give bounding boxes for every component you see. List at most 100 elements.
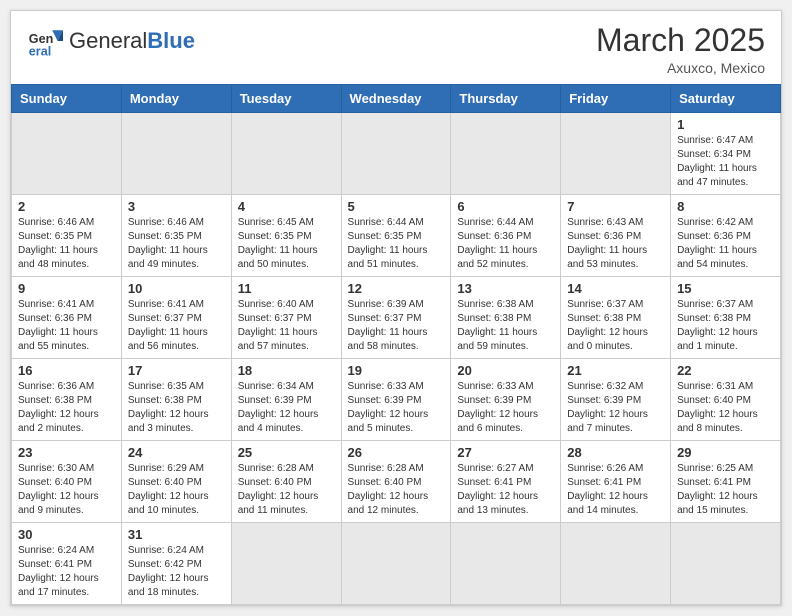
calendar-day-cell: 21Sunrise: 6:32 AMSunset: 6:39 PMDayligh… — [561, 359, 671, 441]
calendar-week-row: 1 Sunrise: 6:47 AMSunset: 6:34 PMDaylight… — [12, 113, 781, 195]
day-info: Sunrise: 6:26 AMSunset: 6:41 PMDaylight:… — [567, 462, 664, 518]
calendar-day-cell: 12 Sunrise: 6:39 AMSunset: 6:37 PMDayligh… — [341, 277, 451, 359]
day-info: Sunrise: 6:39 AMSunset: 6:37 PMDaylight:… — [348, 298, 445, 354]
calendar-day-cell: 9Sunrise: 6:41 AMSunset: 6:36 PMDaylight… — [12, 277, 122, 359]
calendar-day-cell — [231, 523, 341, 605]
day-info: Sunrise: 6:43 AMSunset: 6:36 PMDaylight:… — [567, 216, 664, 272]
day-number: 10 — [128, 281, 225, 296]
day-number: 19 — [348, 363, 445, 378]
day-info: Sunrise: 6:40 AMSunset: 6:37 PMDaylight:… — [238, 298, 335, 354]
calendar-day-cell — [341, 113, 451, 195]
day-info: Sunrise: 6:28 AMSunset: 6:40 PMDaylight:… — [348, 462, 445, 518]
day-info: Sunrise: 6:30 AMSunset: 6:40 PMDaylight:… — [18, 462, 115, 518]
day-info: Sunrise: 6:46 AMSunset: 6:35 PMDaylight:… — [18, 216, 115, 272]
title-block: March 2025 Axuxco, Mexico — [596, 23, 765, 76]
calendar-day-cell: 8Sunrise: 6:42 AMSunset: 6:36 PMDaylight… — [671, 195, 781, 277]
calendar-day-cell: 14Sunrise: 6:37 AMSunset: 6:38 PMDayligh… — [561, 277, 671, 359]
day-info: Sunrise: 6:33 AMSunset: 6:39 PMDaylight:… — [348, 380, 445, 436]
day-info: Sunrise: 6:44 AMSunset: 6:35 PMDaylight:… — [348, 216, 445, 272]
calendar-day-cell — [121, 113, 231, 195]
day-number: 15 — [677, 281, 774, 296]
calendar-day-cell: 7Sunrise: 6:43 AMSunset: 6:36 PMDaylight… — [561, 195, 671, 277]
day-number: 28 — [567, 445, 664, 460]
day-number: 5 — [348, 199, 445, 214]
day-of-week-header: Saturday — [671, 85, 781, 113]
month-year-title: March 2025 — [596, 23, 765, 58]
calendar-day-cell: 13Sunrise: 6:38 AMSunset: 6:38 PMDayligh… — [451, 277, 561, 359]
day-number: 14 — [567, 281, 664, 296]
calendar-week-row: 30 Sunrise: 6:24 AMSunset: 6:41 PMDayligh… — [12, 523, 781, 605]
calendar-day-cell: 24 Sunrise: 6:29 AMSunset: 6:40 PMDayligh… — [121, 441, 231, 523]
day-number: 29 — [677, 445, 774, 460]
day-info: Sunrise: 6:27 AMSunset: 6:41 PMDaylight:… — [457, 462, 554, 518]
day-info: Sunrise: 6:28 AMSunset: 6:40 PMDaylight:… — [238, 462, 335, 518]
location-subtitle: Axuxco, Mexico — [596, 60, 765, 76]
day-info: Sunrise: 6:44 AMSunset: 6:36 PMDaylight:… — [457, 216, 554, 272]
day-info: Sunrise: 6:41 AMSunset: 6:37 PMDaylight:… — [128, 298, 225, 354]
day-info: Sunrise: 6:45 AMSunset: 6:35 PMDaylight:… — [238, 216, 335, 272]
day-number: 1 — [677, 117, 774, 132]
day-info: Sunrise: 6:36 AMSunset: 6:38 PMDaylight:… — [18, 380, 115, 436]
svg-text:eral: eral — [29, 44, 51, 58]
calendar-day-cell: 6 Sunrise: 6:44 AMSunset: 6:36 PMDaylight… — [451, 195, 561, 277]
calendar-day-cell: 17 Sunrise: 6:35 AMSunset: 6:38 PMDayligh… — [121, 359, 231, 441]
calendar-day-cell: 2 Sunrise: 6:46 AMSunset: 6:35 PMDaylight… — [12, 195, 122, 277]
calendar-day-cell: 19 Sunrise: 6:33 AMSunset: 6:39 PMDayligh… — [341, 359, 451, 441]
header: Gen eral GeneralBlue March 2025 Axuxco, … — [11, 11, 781, 84]
calendar-day-cell: 16Sunrise: 6:36 AMSunset: 6:38 PMDayligh… — [12, 359, 122, 441]
calendar-day-cell: 5 Sunrise: 6:44 AMSunset: 6:35 PMDaylight… — [341, 195, 451, 277]
day-number: 2 — [18, 199, 115, 214]
calendar-day-cell — [561, 113, 671, 195]
day-of-week-header: Sunday — [12, 85, 122, 113]
day-of-week-header: Monday — [121, 85, 231, 113]
day-info: Sunrise: 6:34 AMSunset: 6:39 PMDaylight:… — [238, 380, 335, 436]
day-number: 30 — [18, 527, 115, 542]
day-of-week-header: Wednesday — [341, 85, 451, 113]
logo-text: GeneralBlue — [69, 30, 195, 52]
day-number: 6 — [457, 199, 554, 214]
calendar-day-cell: 25Sunrise: 6:28 AMSunset: 6:40 PMDayligh… — [231, 441, 341, 523]
calendar-week-row: 2 Sunrise: 6:46 AMSunset: 6:35 PMDaylight… — [12, 195, 781, 277]
calendar-day-cell — [561, 523, 671, 605]
day-of-week-header: Tuesday — [231, 85, 341, 113]
calendar-day-cell: 22 Sunrise: 6:31 AMSunset: 6:40 PMDayligh… — [671, 359, 781, 441]
calendar-day-cell: 31Sunrise: 6:24 AMSunset: 6:42 PMDayligh… — [121, 523, 231, 605]
day-number: 3 — [128, 199, 225, 214]
day-number: 9 — [18, 281, 115, 296]
calendar-week-row: 23 Sunrise: 6:30 AMSunset: 6:40 PMDayligh… — [12, 441, 781, 523]
calendar-day-cell: 30 Sunrise: 6:24 AMSunset: 6:41 PMDayligh… — [12, 523, 122, 605]
day-info: Sunrise: 6:29 AMSunset: 6:40 PMDaylight:… — [128, 462, 225, 518]
calendar-day-cell: 1 Sunrise: 6:47 AMSunset: 6:34 PMDaylight… — [671, 113, 781, 195]
calendar-day-cell — [12, 113, 122, 195]
calendar-day-cell: 11 Sunrise: 6:40 AMSunset: 6:37 PMDayligh… — [231, 277, 341, 359]
day-info: Sunrise: 6:24 AMSunset: 6:41 PMDaylight:… — [18, 544, 115, 600]
calendar-day-cell: 10 Sunrise: 6:41 AMSunset: 6:37 PMDayligh… — [121, 277, 231, 359]
calendar-week-row: 9Sunrise: 6:41 AMSunset: 6:36 PMDaylight… — [12, 277, 781, 359]
calendar-day-cell: 18Sunrise: 6:34 AMSunset: 6:39 PMDayligh… — [231, 359, 341, 441]
day-number: 24 — [128, 445, 225, 460]
calendar-day-cell: 20Sunrise: 6:33 AMSunset: 6:39 PMDayligh… — [451, 359, 561, 441]
day-number: 23 — [18, 445, 115, 460]
day-number: 8 — [677, 199, 774, 214]
day-of-week-header: Friday — [561, 85, 671, 113]
day-number: 13 — [457, 281, 554, 296]
day-of-week-header: Thursday — [451, 85, 561, 113]
day-number: 22 — [677, 363, 774, 378]
calendar-day-cell — [341, 523, 451, 605]
day-number: 11 — [238, 281, 335, 296]
day-info: Sunrise: 6:35 AMSunset: 6:38 PMDaylight:… — [128, 380, 225, 436]
day-info: Sunrise: 6:24 AMSunset: 6:42 PMDaylight:… — [128, 544, 225, 600]
calendar-container: Gen eral GeneralBlue March 2025 Axuxco, … — [10, 10, 782, 606]
day-number: 17 — [128, 363, 225, 378]
logo-icon: Gen eral — [27, 23, 63, 59]
day-number: 12 — [348, 281, 445, 296]
calendar-day-cell: 29Sunrise: 6:25 AMSunset: 6:41 PMDayligh… — [671, 441, 781, 523]
logo: Gen eral GeneralBlue — [27, 23, 195, 59]
calendar-day-cell: 26 Sunrise: 6:28 AMSunset: 6:40 PMDayligh… — [341, 441, 451, 523]
day-number: 26 — [348, 445, 445, 460]
calendar-day-cell — [671, 523, 781, 605]
calendar-day-cell: 4Sunrise: 6:45 AMSunset: 6:35 PMDaylight… — [231, 195, 341, 277]
day-info: Sunrise: 6:47 AMSunset: 6:34 PMDaylight:… — [677, 134, 774, 190]
day-info: Sunrise: 6:33 AMSunset: 6:39 PMDaylight:… — [457, 380, 554, 436]
day-info: Sunrise: 6:31 AMSunset: 6:40 PMDaylight:… — [677, 380, 774, 436]
